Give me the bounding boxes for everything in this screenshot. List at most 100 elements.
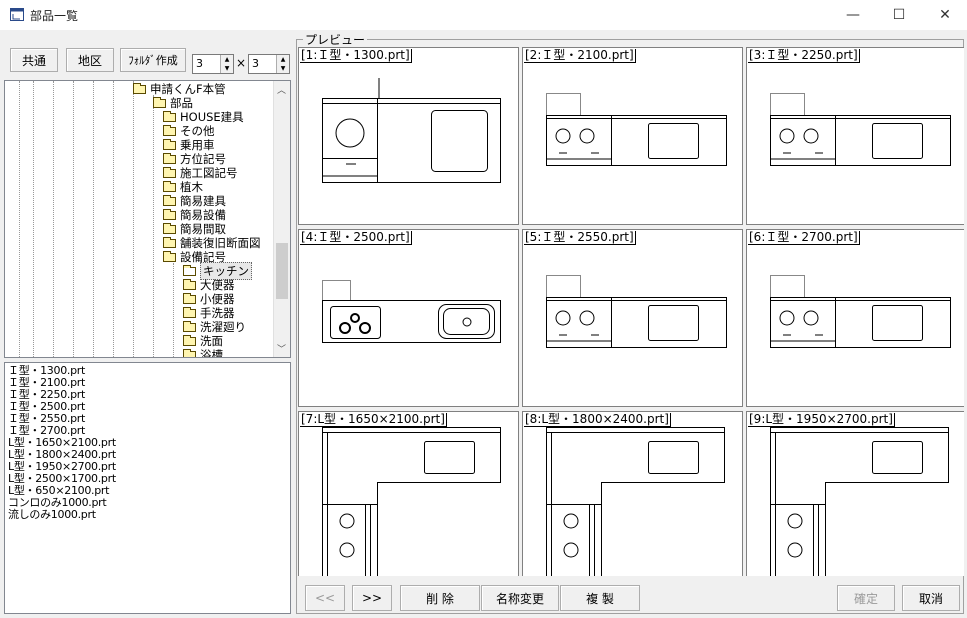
tree-guide-line [53, 81, 54, 357]
preview-cell-title: [2:Ｉ型・2100.prt] [524, 48, 636, 63]
delete-button[interactable]: 削 除 [400, 585, 480, 611]
file-list[interactable]: Ｉ型・1300.prt Ｉ型・2100.prt Ｉ型・2250.prt Ｉ型・2500… [4, 362, 291, 614]
folder-icon [163, 236, 176, 248]
tree-item[interactable]: 部品 [153, 96, 193, 110]
tree-item[interactable]: 方位記号 [163, 152, 226, 166]
folder-icon [183, 306, 196, 318]
preview-cell[interactable]: [1:Ｉ型・1300.prt] [298, 47, 519, 225]
tree-item[interactable]: 植木 [163, 180, 203, 194]
columns-value: 3 [196, 57, 203, 70]
tree-item[interactable]: 簡易設備 [163, 208, 226, 222]
folder-icon [183, 278, 196, 290]
preview-cell-title: [7:L型・1650×2100.prt] [300, 412, 447, 427]
close-button[interactable]: ✕ [922, 0, 967, 30]
times-label: × [236, 56, 247, 70]
tree-guide-line [153, 95, 154, 357]
list-item[interactable]: 流しのみ1000.prt [8, 509, 290, 521]
tree-item-label: 浴槽 [200, 348, 223, 358]
folder-icon [163, 166, 176, 178]
preview-label: プレビュー [303, 31, 368, 48]
tree-guide-line [133, 81, 134, 357]
rows-stepper[interactable]: 3 ▲ ▼ [248, 54, 290, 74]
kitchen-drawing [322, 78, 501, 183]
preview-cell-title: [9:L型・1950×2700.prt] [748, 412, 895, 427]
folder-icon [163, 208, 176, 220]
folder-icon [183, 320, 196, 332]
parts-list-window: 部品一覧 — ☐ ✕ 共通 地区 ﾌｫﾙﾀﾞ作成 3 ▲ ▼ × 3 ▲ ▼ 申請く… [0, 0, 967, 618]
region-button[interactable]: 地区 [66, 48, 114, 72]
tree-guide-line [113, 81, 114, 357]
kitchen-drawing [546, 93, 727, 166]
preview-cell-title: [1:Ｉ型・1300.prt] [300, 48, 412, 63]
kitchen-drawing [770, 93, 951, 166]
tree-item[interactable]: 洗面 [183, 334, 223, 348]
preview-grid: [1:Ｉ型・1300.prt] [2:Ｉ型・2100.prt] [3:Ｉ型・22… [298, 47, 964, 576]
duplicate-button[interactable]: 複 製 [560, 585, 640, 611]
folder-tree[interactable]: 申請くんF本管 部品 HOUSE建具 その他 乗用車 方位記号 施工図記号 植木 簡易建具 簡易設… [4, 80, 291, 358]
window-title: 部品一覧 [30, 9, 79, 23]
kitchen-drawing [770, 427, 949, 576]
tree-guide-line [19, 81, 20, 357]
tree-guide-line [173, 263, 174, 357]
cancel-button[interactable]: 取消 [902, 585, 960, 611]
app-icon [10, 8, 24, 21]
folder-icon [133, 82, 146, 94]
kitchen-drawing [322, 427, 501, 576]
preview-cell[interactable]: [6:Ｉ型・2700.prt] [746, 229, 964, 407]
preview-cell[interactable]: [2:Ｉ型・2100.prt] [522, 47, 743, 225]
tree-guide-line [73, 81, 74, 357]
kitchen-drawing [546, 275, 727, 348]
tree-item[interactable]: 浴槽 [183, 348, 223, 358]
folder-icon [163, 110, 176, 122]
tree-item[interactable]: 簡易間取 [163, 222, 226, 236]
kitchen-drawing [546, 427, 725, 576]
tree-item[interactable]: 乗用車 [163, 138, 215, 152]
tree-item[interactable]: 大便器 [183, 278, 235, 292]
folder-icon [153, 96, 166, 108]
create-folder-button[interactable]: ﾌｫﾙﾀﾞ作成 [120, 48, 186, 72]
tree-item[interactable]: 小便器 [183, 292, 235, 306]
preview-cell-title: [3:Ｉ型・2250.prt] [748, 48, 860, 63]
rows-value: 3 [252, 57, 259, 70]
tree-item[interactable]: 洗濯廻り [183, 320, 246, 334]
tree-item[interactable]: 申請くんF本管 [133, 82, 226, 96]
scroll-up-icon[interactable]: ︿ [277, 83, 286, 96]
tree-item[interactable]: 簡易建具 [163, 194, 226, 208]
columns-spin-arrows[interactable]: ▲ ▼ [220, 55, 233, 73]
preview-cell[interactable]: [4:Ｉ型・2500.prt] [298, 229, 519, 407]
folder-icon [163, 152, 176, 164]
kitchen-drawing [322, 280, 501, 343]
tree-item[interactable]: 手洗器 [183, 306, 235, 320]
preview-cell[interactable]: [5:Ｉ型・2550.prt] [522, 229, 743, 407]
tree-item[interactable]: HOUSE建具 [163, 110, 244, 124]
maximize-button[interactable]: ☐ [876, 0, 922, 30]
kitchen-drawing [770, 275, 951, 348]
confirm-button[interactable]: 確定 [837, 585, 895, 611]
folder-icon [163, 250, 176, 262]
next-page-button[interactable]: >> [352, 585, 392, 611]
folder-icon [163, 124, 176, 136]
preview-cell-title: [8:L型・1800×2400.prt] [524, 412, 671, 427]
tree-item[interactable]: 舗装復旧断面図 [163, 236, 261, 250]
preview-cell[interactable]: [9:L型・1950×2700.prt] [746, 411, 964, 576]
tree-item[interactable]: その他 [163, 124, 215, 138]
tree-scrollbar[interactable]: ︿ ﹀ [273, 81, 290, 357]
preview-cell[interactable]: [7:L型・1650×2100.prt] [298, 411, 519, 576]
preview-cell[interactable]: [3:Ｉ型・2250.prt] [746, 47, 964, 225]
prev-page-button[interactable]: << [305, 585, 345, 611]
tree-scroll-thumb[interactable] [276, 243, 288, 299]
tree-item[interactable]: キッチン [183, 262, 252, 280]
minimize-button[interactable]: — [830, 0, 876, 30]
common-button[interactable]: 共通 [10, 48, 58, 72]
preview-cell[interactable]: [8:L型・1800×2400.prt] [522, 411, 743, 576]
open-folder-icon [183, 264, 196, 276]
tree-guide-line [93, 81, 94, 357]
folder-icon [163, 194, 176, 206]
columns-stepper[interactable]: 3 ▲ ▼ [192, 54, 234, 74]
rename-button[interactable]: 名称変更 [481, 585, 559, 611]
rows-spin-arrows[interactable]: ▲ ▼ [276, 55, 289, 73]
preview-cell-title: [6:Ｉ型・2700.prt] [748, 230, 860, 245]
scroll-down-icon[interactable]: ﹀ [277, 342, 286, 355]
folder-icon [183, 334, 196, 346]
tree-item[interactable]: 施工図記号 [163, 166, 238, 180]
